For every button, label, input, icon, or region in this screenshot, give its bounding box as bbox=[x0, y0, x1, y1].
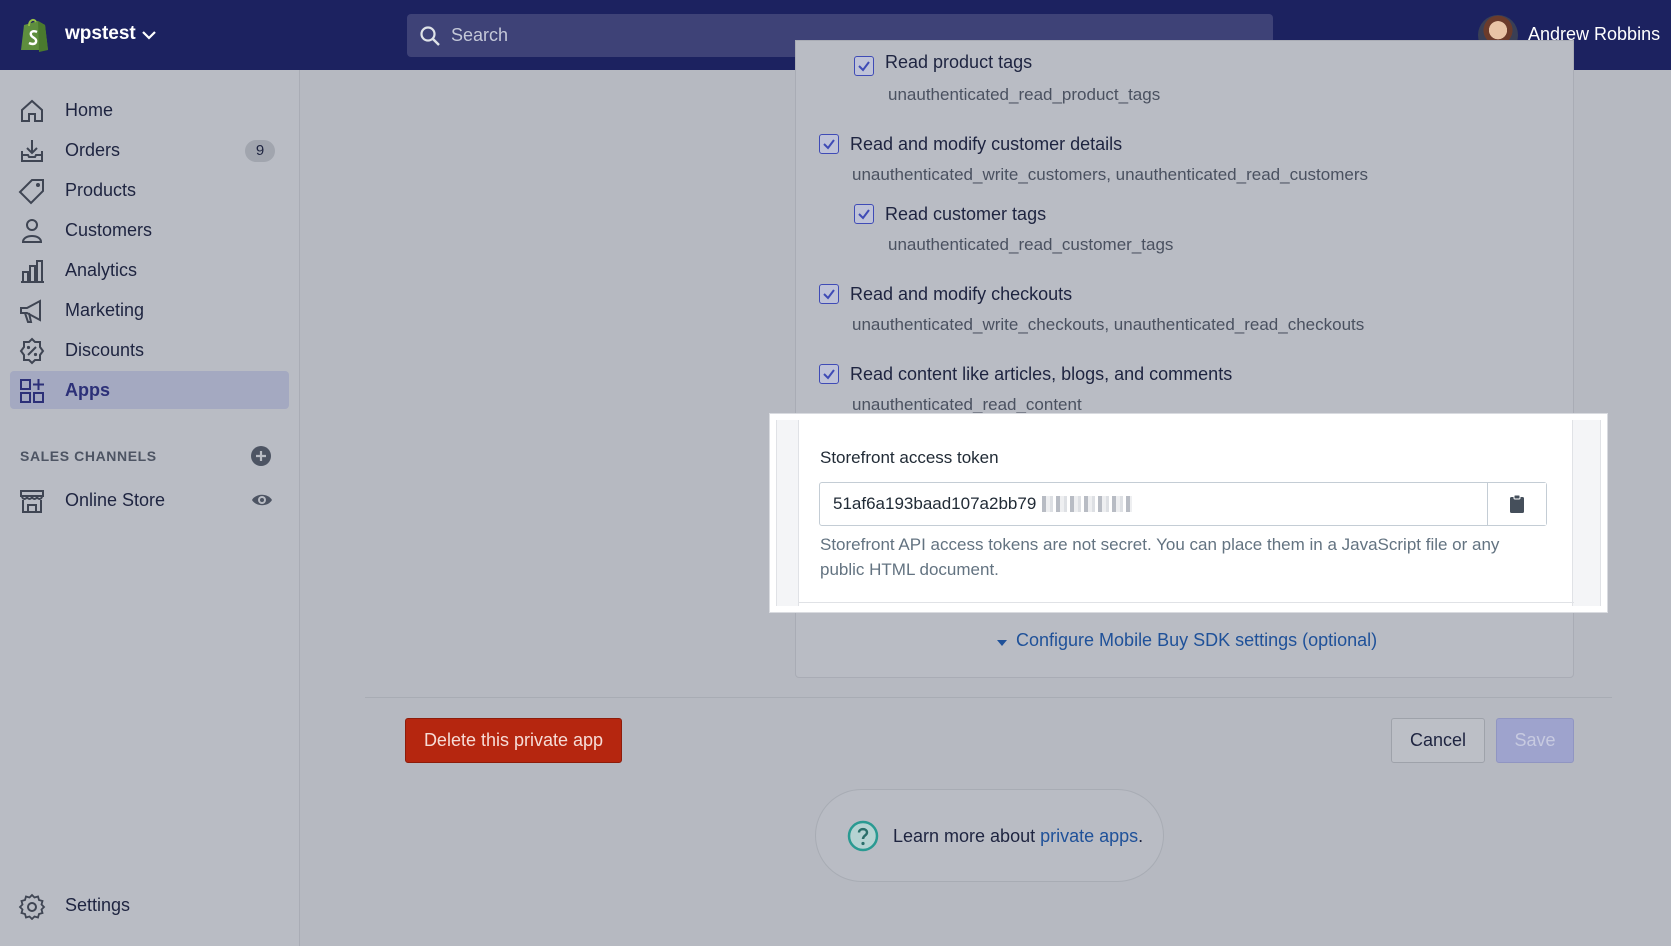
sidebar-item-label: Marketing bbox=[65, 300, 145, 320]
permission-scope: unauthenticated_write_customers, unauthe… bbox=[852, 165, 1368, 184]
search-icon bbox=[420, 26, 440, 46]
customer-details-checkbox[interactable] bbox=[819, 134, 839, 154]
sidebar-item-label: Settings bbox=[65, 895, 131, 915]
caret-down-icon[interactable] bbox=[996, 637, 1008, 649]
shopify-logo-icon[interactable] bbox=[18, 16, 50, 52]
sidebar-item-online-store[interactable]: Online Store bbox=[10, 481, 289, 519]
megaphone-icon bbox=[20, 299, 41, 323]
configure-sdk-link[interactable]: Configure Mobile Buy SDK settings (optio… bbox=[1016, 630, 1377, 651]
save-button[interactable]: Save bbox=[1496, 718, 1574, 763]
redacted-token-portion bbox=[1042, 496, 1132, 512]
chevron-down-icon[interactable] bbox=[140, 26, 158, 44]
permission-label: Read content like articles, blogs, and c… bbox=[850, 364, 1233, 384]
sales-channels-heading: SALES CHANNELS bbox=[20, 448, 157, 464]
sidebar-item-label: Products bbox=[65, 180, 137, 200]
permission-scope: unauthenticated_write_checkouts, unauthe… bbox=[852, 315, 1365, 334]
sidebar-item-label: Online Store bbox=[65, 490, 166, 510]
delete-app-button[interactable]: Delete this private app bbox=[405, 718, 622, 763]
sidebar-item-products[interactable]: Products bbox=[10, 171, 289, 209]
permission-scope: unauthenticated_read_content bbox=[852, 395, 1082, 414]
token-input[interactable] bbox=[820, 483, 1487, 525]
permission-label: Read product tags bbox=[885, 52, 1033, 72]
discount-icon bbox=[19, 337, 45, 365]
checkouts-checkbox[interactable] bbox=[819, 284, 839, 304]
learn-more-callout: Learn more about private apps. bbox=[815, 789, 1164, 882]
home-icon bbox=[21, 99, 43, 122]
frame-gutter bbox=[1572, 420, 1600, 606]
add-channel-icon[interactable] bbox=[250, 445, 272, 467]
person-icon bbox=[21, 219, 43, 243]
sidebar: Home Orders 9 Products Customers Analyti… bbox=[0, 70, 300, 946]
learn-more-suffix: . bbox=[1138, 826, 1144, 846]
token-field[interactable] bbox=[819, 482, 1547, 526]
permission-scope: unauthenticated_read_customer_tags bbox=[888, 235, 1174, 254]
sidebar-item-orders[interactable]: Orders 9 bbox=[10, 131, 289, 169]
sidebar-item-label: Home bbox=[65, 100, 114, 120]
sidebar-item-label: Discounts bbox=[65, 340, 145, 360]
sidebar-item-label: Analytics bbox=[65, 260, 138, 280]
bar-chart-icon bbox=[21, 260, 44, 283]
learn-more-prefix: Learn more about bbox=[893, 826, 1041, 846]
question-circle-icon bbox=[847, 820, 879, 852]
frame-gutter bbox=[777, 420, 799, 606]
sidebar-item-discounts[interactable]: Discounts bbox=[10, 331, 289, 369]
divider bbox=[799, 602, 1574, 603]
copy-token-button[interactable] bbox=[1487, 483, 1546, 525]
sidebar-item-label: Orders bbox=[65, 140, 121, 160]
cancel-button[interactable]: Cancel bbox=[1391, 718, 1485, 763]
sidebar-item-apps[interactable]: Apps bbox=[10, 371, 289, 409]
content-checkbox[interactable] bbox=[819, 364, 839, 384]
permission-label: Read customer tags bbox=[885, 204, 1047, 224]
sidebar-item-marketing[interactable]: Marketing bbox=[10, 291, 289, 329]
storefront-token-section: Storefront access token Storefront API a… bbox=[770, 414, 1607, 612]
sidebar-item-analytics[interactable]: Analytics bbox=[10, 251, 289, 289]
sidebar-item-label: Apps bbox=[65, 380, 110, 400]
orders-icon bbox=[21, 140, 43, 162]
apps-icon bbox=[20, 379, 44, 403]
eye-icon[interactable] bbox=[250, 488, 274, 512]
private-apps-link[interactable]: private apps bbox=[1040, 826, 1138, 846]
gear-icon bbox=[18, 893, 46, 920]
orders-count-badge: 9 bbox=[245, 140, 275, 162]
customer-tags-checkbox[interactable] bbox=[854, 204, 874, 224]
permission-label: Read and modify checkouts bbox=[850, 284, 1073, 304]
clipboard-icon bbox=[1510, 494, 1524, 513]
sidebar-item-customers[interactable]: Customers bbox=[10, 211, 289, 249]
learn-more-text: Learn more about private apps. bbox=[893, 826, 1143, 847]
sidebar-item-label: Customers bbox=[65, 220, 153, 240]
divider bbox=[365, 697, 1612, 698]
sidebar-item-home[interactable]: Home bbox=[10, 91, 289, 129]
store-name[interactable]: wpstest bbox=[65, 23, 136, 45]
token-label: Storefront access token bbox=[820, 448, 999, 467]
tag-icon bbox=[18, 179, 44, 205]
permission-label: Read and modify customer details bbox=[850, 134, 1123, 154]
token-section-frame: Storefront access token Storefront API a… bbox=[776, 420, 1601, 606]
store-icon bbox=[20, 490, 44, 513]
token-help-text: Storefront API access tokens are not sec… bbox=[820, 535, 1500, 579]
read-product-tags-checkbox[interactable] bbox=[854, 56, 874, 76]
sidebar-item-settings[interactable]: Settings bbox=[10, 886, 289, 924]
permission-scope: unauthenticated_read_product_tags bbox=[888, 85, 1161, 104]
